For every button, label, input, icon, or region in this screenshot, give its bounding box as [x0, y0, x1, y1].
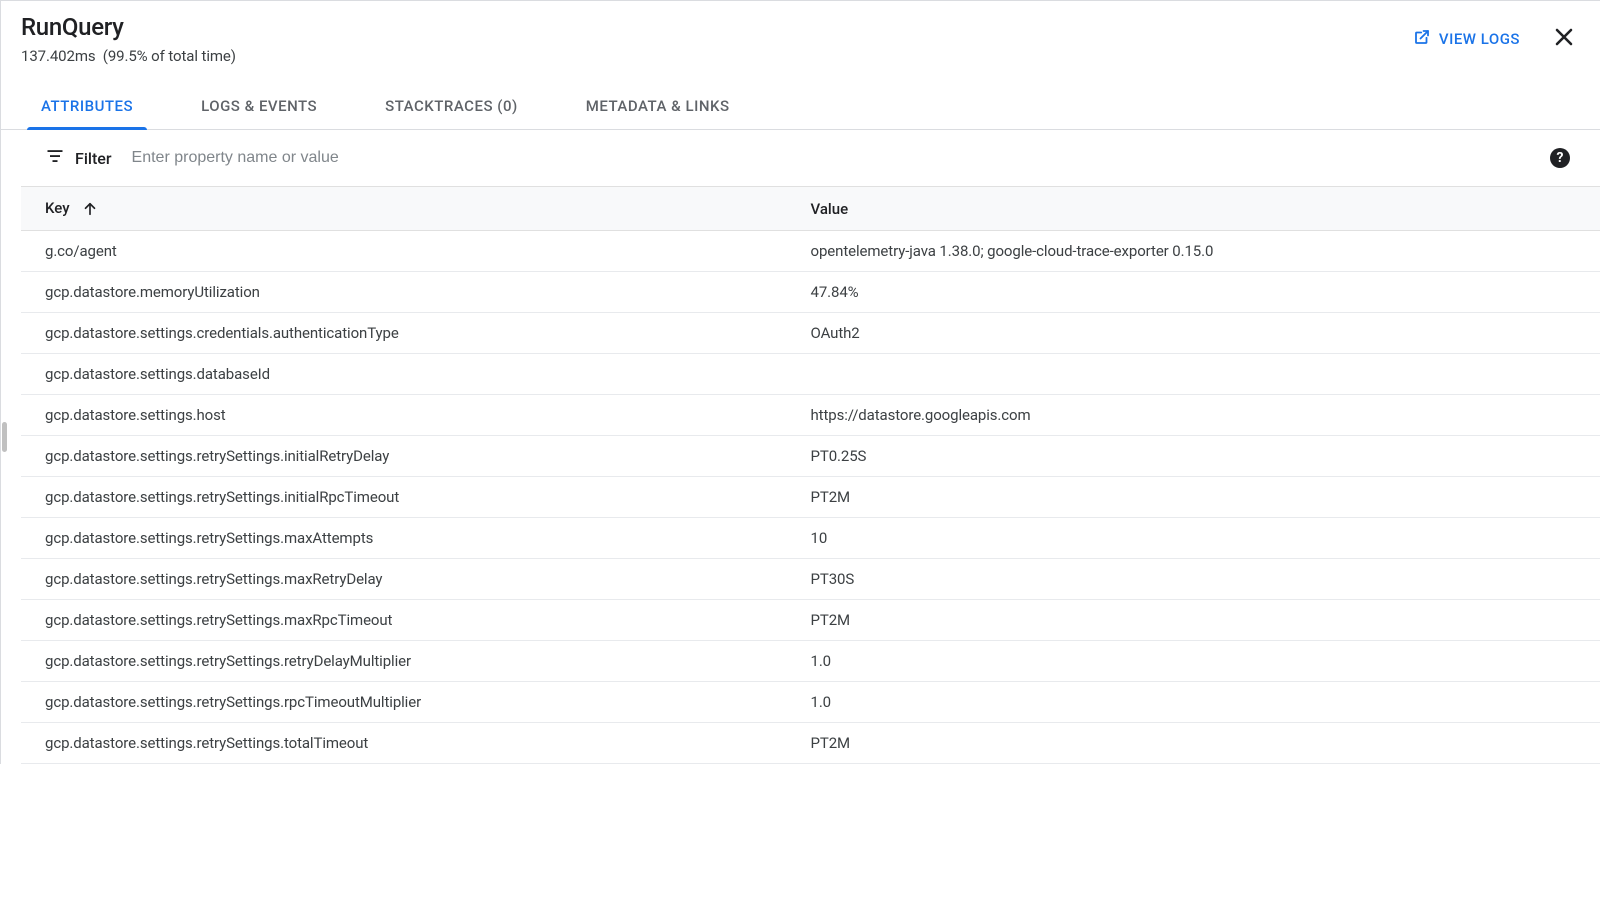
- tab-attributes[interactable]: ATTRIBUTES: [37, 85, 137, 129]
- filter-row: Filter ?: [21, 130, 1600, 186]
- attr-value: 1.0: [811, 641, 1600, 682]
- tab-logs-events[interactable]: LOGS & EVENTS: [197, 85, 321, 129]
- table-row[interactable]: gcp.datastore.settings.retrySettings.max…: [21, 518, 1600, 559]
- view-logs-link[interactable]: VIEW LOGS: [1413, 28, 1520, 50]
- attr-key: gcp.datastore.settings.retrySettings.max…: [21, 518, 811, 559]
- sort-asc-icon: [81, 200, 99, 218]
- filter-input[interactable]: [130, 148, 1550, 168]
- attr-key: gcp.datastore.settings.retrySettings.max…: [21, 600, 811, 641]
- attr-key: gcp.datastore.settings.credentials.authe…: [21, 313, 811, 354]
- span-detail-panel: RunQuery 137.402ms (99.5% of total time)…: [0, 0, 1600, 764]
- table-row[interactable]: gcp.datastore.settings.credentials.authe…: [21, 313, 1600, 354]
- attr-value: OAuth2: [811, 313, 1600, 354]
- header: RunQuery 137.402ms (99.5% of total time)…: [1, 1, 1600, 65]
- column-header-value[interactable]: Value: [811, 187, 1600, 231]
- column-header-value-label: Value: [811, 200, 849, 218]
- table-row[interactable]: gcp.datastore.settings.databaseId: [21, 354, 1600, 395]
- scrollbar-thumb[interactable]: [2, 422, 7, 452]
- attr-key: gcp.datastore.settings.databaseId: [21, 354, 811, 395]
- attr-key: gcp.datastore.settings.retrySettings.ini…: [21, 436, 811, 477]
- span-percent: (99.5% of total time): [103, 47, 236, 65]
- column-header-key[interactable]: Key: [21, 187, 811, 231]
- attr-key: gcp.datastore.settings.retrySettings.max…: [21, 559, 811, 600]
- attr-value: PT2M: [811, 477, 1600, 518]
- filter-label: Filter: [45, 146, 112, 170]
- tab-metadata-links[interactable]: METADATA & LINKS: [582, 85, 734, 129]
- span-title: RunQuery: [21, 13, 1413, 41]
- span-subtitle: 137.402ms (99.5% of total time): [21, 47, 1413, 65]
- table-row[interactable]: gcp.datastore.settings.retrySettings.ini…: [21, 436, 1600, 477]
- tab-content-attributes: Filter ? Key Value g.c: [1, 130, 1600, 764]
- column-header-key-label: Key: [45, 199, 70, 217]
- attr-value: PT2M: [811, 723, 1600, 764]
- attr-key: gcp.datastore.settings.retrySettings.tot…: [21, 723, 811, 764]
- attr-key: gcp.datastore.memoryUtilization: [21, 272, 811, 313]
- tabs: ATTRIBUTES LOGS & EVENTS STACKTRACES (0) ME…: [1, 85, 1600, 130]
- close-button[interactable]: [1548, 21, 1580, 56]
- attr-value: opentelemetry-java 1.38.0; google-cloud-…: [811, 231, 1600, 272]
- attr-value: 1.0: [811, 682, 1600, 723]
- tab-stacktraces-0[interactable]: STACKTRACES (0): [381, 85, 522, 129]
- attr-value: https://datastore.googleapis.com: [811, 395, 1600, 436]
- span-duration: 137.402ms: [21, 47, 96, 65]
- attr-key: gcp.datastore.settings.retrySettings.rpc…: [21, 682, 811, 723]
- attr-value: 10: [811, 518, 1600, 559]
- open-in-new-icon: [1413, 28, 1431, 50]
- attr-key: gcp.datastore.settings.retrySettings.ini…: [21, 477, 811, 518]
- attr-value: PT2M: [811, 600, 1600, 641]
- table-row[interactable]: gcp.datastore.settings.retrySettings.rpc…: [21, 682, 1600, 723]
- table-body: g.co/agentopentelemetry-java 1.38.0; goo…: [21, 231, 1600, 764]
- help-icon[interactable]: ?: [1550, 148, 1570, 168]
- attr-value: [811, 354, 1600, 395]
- attr-key: g.co/agent: [21, 231, 811, 272]
- close-icon: [1552, 25, 1576, 52]
- table-row[interactable]: g.co/agentopentelemetry-java 1.38.0; goo…: [21, 231, 1600, 272]
- table-row[interactable]: gcp.datastore.settings.retrySettings.tot…: [21, 723, 1600, 764]
- table-row[interactable]: gcp.datastore.settings.retrySettings.max…: [21, 559, 1600, 600]
- attr-value: PT0.25S: [811, 436, 1600, 477]
- filter-text: Filter: [75, 149, 112, 168]
- attr-value: PT30S: [811, 559, 1600, 600]
- table-row[interactable]: gcp.datastore.settings.hosthttps://datas…: [21, 395, 1600, 436]
- view-logs-label: VIEW LOGS: [1439, 30, 1520, 48]
- table-row[interactable]: gcp.datastore.settings.retrySettings.ret…: [21, 641, 1600, 682]
- table-row[interactable]: gcp.datastore.memoryUtilization47.84%: [21, 272, 1600, 313]
- filter-icon: [45, 146, 65, 170]
- header-main: RunQuery 137.402ms (99.5% of total time): [21, 13, 1413, 65]
- header-actions: VIEW LOGS: [1413, 13, 1580, 56]
- attr-key: gcp.datastore.settings.retrySettings.ret…: [21, 641, 811, 682]
- attr-key: gcp.datastore.settings.host: [21, 395, 811, 436]
- attributes-table: Key Value g.co/agentopentelemetry-java 1…: [21, 186, 1600, 764]
- table-row[interactable]: gcp.datastore.settings.retrySettings.max…: [21, 600, 1600, 641]
- attr-value: 47.84%: [811, 272, 1600, 313]
- table-row[interactable]: gcp.datastore.settings.retrySettings.ini…: [21, 477, 1600, 518]
- table-header-row: Key Value: [21, 187, 1600, 231]
